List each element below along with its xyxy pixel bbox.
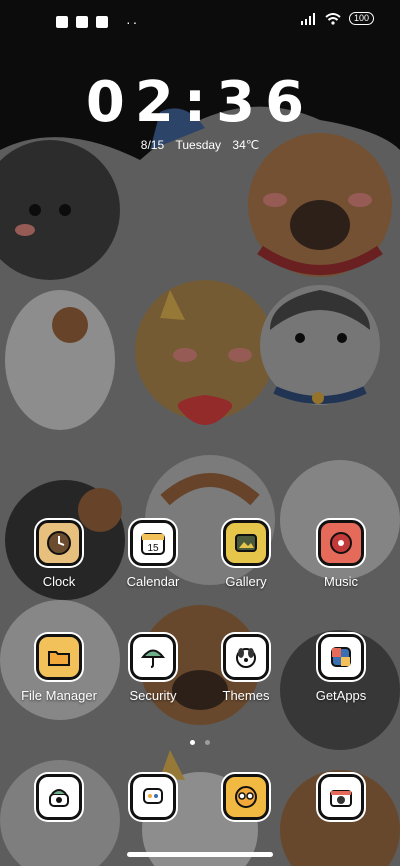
- app-calendar[interactable]: 15 Calendar: [107, 520, 199, 589]
- date-text: 8/15: [140, 138, 165, 152]
- dock-phone[interactable]: [13, 774, 105, 820]
- app-label-gallery: Gallery: [225, 574, 267, 589]
- app-gallery[interactable]: Gallery: [200, 520, 292, 589]
- app-label-themes: Themes: [222, 688, 270, 703]
- date-weather-line: 8/15 Tuesday 34℃: [0, 138, 400, 152]
- dog-theme-icon: [223, 634, 269, 680]
- status-bar: ·· 100: [0, 0, 400, 44]
- messages-icon: [130, 774, 176, 820]
- weekday-text: Tuesday: [175, 138, 222, 152]
- browser-icon: [223, 774, 269, 820]
- page-indicator: [0, 732, 400, 750]
- dock-browser[interactable]: [200, 774, 292, 820]
- umbrella-icon: [130, 634, 176, 680]
- signal-icon: [300, 12, 315, 25]
- app-label-file-manager: File Manager: [21, 688, 97, 703]
- app-music[interactable]: Music: [295, 520, 387, 589]
- dock-messages[interactable]: [107, 774, 199, 820]
- home-gesture-bar[interactable]: [127, 852, 273, 857]
- calendar-icon: 15: [130, 520, 176, 566]
- gallery-icon: [223, 520, 269, 566]
- app-label-getapps: GetApps: [315, 688, 367, 703]
- phone-icon: [36, 774, 82, 820]
- getapps-icon: [318, 634, 364, 680]
- more-notifications-icon: ··: [126, 14, 140, 30]
- app-notification-icon: [56, 16, 68, 28]
- app-security[interactable]: Security: [107, 634, 199, 703]
- camera-icon: [318, 774, 364, 820]
- app-getapps[interactable]: GetApps: [295, 634, 387, 703]
- app-clock[interactable]: Clock: [13, 520, 105, 589]
- music-icon: [318, 520, 364, 566]
- battery-indicator: 100: [348, 12, 374, 25]
- download-notification-icon: [96, 16, 108, 28]
- gallery-notification-icon: [76, 16, 88, 28]
- app-label-music: Music: [324, 574, 358, 589]
- app-label-security: Security: [129, 688, 177, 703]
- wifi-icon: [325, 12, 341, 25]
- app-label-calendar: Calendar: [126, 574, 180, 589]
- app-themes[interactable]: Themes: [200, 634, 292, 703]
- clock-widget-time[interactable]: 02:36: [0, 70, 400, 135]
- dock-camera[interactable]: [295, 774, 387, 820]
- svg-text:15: 15: [147, 543, 159, 554]
- temperature-text: 34℃: [232, 138, 260, 152]
- page-dot: [205, 740, 211, 745]
- folder-icon: [36, 634, 82, 680]
- app-label-clock: Clock: [42, 574, 76, 589]
- clock-icon: [36, 520, 82, 566]
- app-file-manager[interactable]: File Manager: [13, 634, 105, 703]
- page-dot-active: [189, 740, 195, 745]
